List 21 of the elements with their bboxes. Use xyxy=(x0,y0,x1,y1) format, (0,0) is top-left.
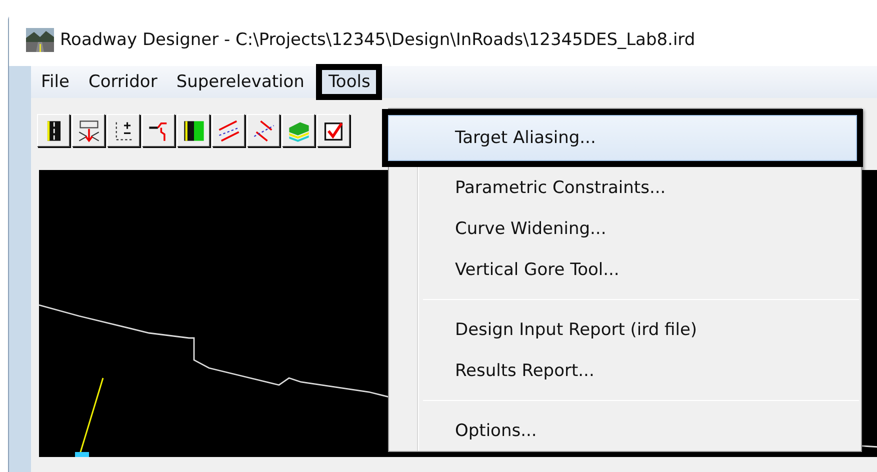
road-lane-icon[interactable] xyxy=(37,114,70,147)
road-shoulder-icon[interactable] xyxy=(177,114,210,147)
layers-icon[interactable] xyxy=(282,114,315,147)
menu-item[interactable]: Parametric Constraints... xyxy=(389,167,861,208)
menu-item[interactable]: Corridor xyxy=(80,69,166,95)
menu-item[interactable]: Options... xyxy=(389,410,861,451)
road-icon xyxy=(26,28,54,52)
window-title: Roadway Designer - C:\Projects\12345\Design\InRoads\12345DES_Lab8.ird xyxy=(60,30,696,50)
checkbox-icon[interactable] xyxy=(317,114,350,147)
menu-item[interactable]: Superelevation xyxy=(168,69,312,95)
plus-minus-icon[interactable] xyxy=(107,114,140,147)
station-icon[interactable] xyxy=(72,114,105,147)
menu-item[interactable]: Design Input Report (ird file) xyxy=(389,309,861,350)
template-icon[interactable] xyxy=(142,114,175,147)
menu-item[interactable]: Vertical Gore Tool... xyxy=(389,249,861,290)
menu-item[interactable]: Tools xyxy=(321,69,378,95)
menu-item[interactable]: Results Report... xyxy=(389,350,861,391)
menu-item[interactable]: Curve Widening... xyxy=(389,208,861,249)
alignment-lines-icon[interactable] xyxy=(212,114,245,147)
menu-item[interactable]: File xyxy=(33,69,78,95)
transition-lines-icon[interactable] xyxy=(247,114,280,147)
